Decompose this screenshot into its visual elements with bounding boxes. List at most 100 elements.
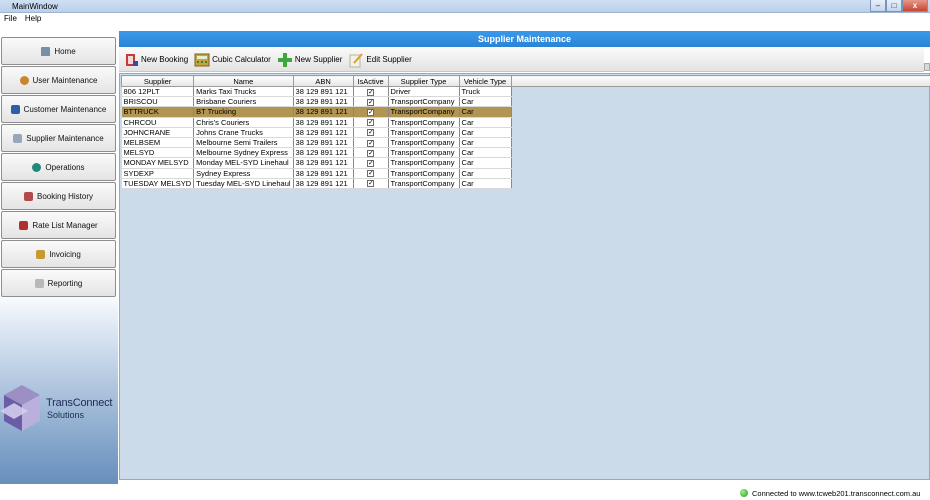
window-controls: – □ x (870, 0, 928, 13)
supplier-icon (13, 133, 23, 143)
sidebar-item-invoicing[interactable]: Invoicing (1, 240, 116, 268)
invoice-icon (36, 249, 46, 259)
sidebar-item-label: Rate List Manager (32, 220, 98, 230)
isactive-checkbox[interactable]: ✓ (367, 170, 375, 178)
page-title: Supplier Maintenance (119, 31, 930, 47)
sidebar-item-label: Supplier Maintenance (26, 133, 104, 143)
isactive-checkbox[interactable]: ✓ (367, 180, 375, 188)
table-row[interactable]: MELSYD Melbourne Sydney Express 38 129 891… (121, 147, 930, 159)
row-filler (511, 148, 930, 158)
isactive-checkbox[interactable]: ✓ (367, 88, 375, 96)
customer-icon (10, 104, 20, 114)
cell-name: Marks Taxi Trucks (193, 86, 294, 98)
row-filler (511, 117, 930, 127)
table-row[interactable]: BTTRUCK BT Trucking 38 129 891 121 ✓ Transpo… (121, 106, 930, 118)
cell-supplier-type: TransportCompany (388, 147, 460, 159)
sidebar-item-supplier-maintenance[interactable]: Supplier Maintenance (1, 124, 116, 152)
menu-help[interactable]: Help (21, 13, 45, 25)
table-row[interactable]: JOHNCRANE Johns Crane Trucks 38 129 891 12… (121, 127, 930, 138)
sidebar: Home User Maintenance Customer Maintenan… (0, 36, 118, 500)
cell-isactive: ✓ (353, 137, 389, 149)
isactive-checkbox[interactable]: ✓ (367, 108, 375, 116)
sidebar-item-operations[interactable]: Operations (1, 153, 116, 181)
table-row[interactable]: MELBSEM Melbourne Semi Trailers 38 129 891… (121, 137, 930, 149)
isactive-checkbox[interactable]: ✓ (367, 98, 375, 106)
sidebar-item-label: Booking History (36, 191, 94, 201)
column-header-supplier[interactable]: Supplier (120, 75, 195, 87)
isactive-checkbox[interactable]: ✓ (367, 159, 375, 167)
sidebar-item-label: User Maintenance (32, 75, 98, 85)
maximize-button[interactable]: □ (886, 0, 902, 12)
edit-supplier-button[interactable]: Edit Supplier (348, 52, 412, 68)
isactive-checkbox[interactable]: ✓ (367, 139, 375, 147)
sidebar-item-label: Home (54, 46, 76, 56)
row-filler (511, 137, 930, 147)
new-supplier-button[interactable]: New Supplier (277, 52, 343, 68)
table-row[interactable]: 806 12PLT Marks Taxi Trucks 38 129 891 121… (121, 86, 930, 98)
cell-name: Chris's Couriers (193, 117, 294, 128)
globe-icon (32, 162, 42, 172)
isactive-checkbox[interactable]: ✓ (367, 119, 375, 127)
toolbar: New Booking Cubic Calculator New Supplie… (119, 48, 924, 72)
menu-bar: File Help (0, 13, 930, 25)
isactive-checkbox[interactable]: ✓ (367, 129, 375, 137)
cell-supplier-type: TransportCompany (388, 157, 460, 169)
cell-abn: 38 129 891 121 (293, 117, 354, 128)
sidebar-item-home[interactable]: Home (1, 37, 116, 65)
cell-name: Tuesday MEL-SYD Linehaul (193, 178, 294, 189)
cell-vehicle-type: Car (459, 178, 512, 189)
column-header-filler (510, 75, 930, 87)
sidebar-item-customer-maintenance[interactable]: Customer Maintenance (1, 95, 116, 123)
company-logo: TransConnect Solutions (0, 379, 118, 439)
cell-abn: 38 129 891 121 (293, 168, 354, 179)
cell-supplier: BRISCOU (121, 96, 195, 108)
cell-supplier-type: TransportCompany (388, 168, 460, 179)
history-icon (23, 191, 33, 201)
column-header-vehicle-type[interactable]: Vehicle Type (458, 75, 512, 87)
toolbar-overflow-button[interactable] (924, 63, 930, 71)
cell-supplier: MONDAY MELSYD (121, 157, 195, 169)
supplier-table: Supplier Name ABN IsActive Supplier Type… (120, 75, 930, 189)
cell-supplier: MELSYD (121, 147, 195, 159)
logo-cube-icon (0, 385, 40, 431)
table-row[interactable]: TUESDAY MELSYD Tuesday MEL-SYD Linehaul 38… (121, 178, 930, 189)
cell-supplier-type: TransportCompany (388, 117, 460, 128)
table-row[interactable]: SYDEXP Sydney Express 38 129 891 121 ✓ Trans… (121, 168, 930, 179)
menu-file[interactable]: File (0, 13, 21, 25)
column-header-isactive[interactable]: IsActive (352, 75, 389, 87)
sidebar-item-booking-history[interactable]: Booking History (1, 182, 116, 210)
toolbar-label: New Booking (141, 55, 189, 64)
cell-vehicle-type: Car (459, 127, 512, 138)
column-header-supplier-type[interactable]: Supplier Type (387, 75, 460, 87)
column-header-name[interactable]: Name (193, 75, 294, 87)
close-button[interactable]: x (902, 0, 928, 12)
column-header-abn[interactable]: ABN (292, 75, 354, 87)
sidebar-item-rate-list-manager[interactable]: Rate List Manager (1, 211, 116, 239)
cell-isactive: ✓ (353, 127, 389, 138)
minimize-button[interactable]: – (870, 0, 886, 12)
sidebar-item-user-maintenance[interactable]: User Maintenance (1, 66, 116, 94)
table-row[interactable]: CHRCOU Chris's Couriers 38 129 891 121 ✓ Tra… (121, 117, 930, 128)
cell-supplier-type: Driver (388, 86, 460, 98)
sidebar-item-label: Operations (45, 162, 85, 172)
sidebar-item-reporting[interactable]: Reporting (1, 269, 116, 297)
row-filler (511, 127, 930, 137)
cell-supplier: MELBSEM (121, 137, 195, 149)
users-icon (19, 75, 29, 85)
title-bar: MainWindow – □ x (0, 0, 930, 13)
cell-abn: 38 129 891 121 (293, 178, 354, 189)
table-row[interactable]: BRISCOU Brisbane Couriers 38 129 891 121 ✓ T… (121, 96, 930, 108)
add-icon (277, 52, 293, 68)
new-booking-button[interactable]: New Booking (123, 52, 188, 68)
new-booking-icon (123, 52, 139, 68)
cell-name: Johns Crane Trucks (193, 127, 294, 138)
cell-supplier: SYDEXP (121, 168, 195, 179)
row-filler (511, 158, 930, 168)
cubic-calculator-button[interactable]: Cubic Calculator (194, 52, 271, 68)
logo-subtext: Solutions (47, 410, 85, 420)
isactive-checkbox[interactable]: ✓ (367, 149, 375, 157)
status-bar: Connected to www.tcweb201.transconnect.c… (0, 484, 930, 500)
sidebar-item-label: Reporting (47, 278, 83, 288)
table-row[interactable]: MONDAY MELSYD Monday MEL-SYD Linehaul 38 1… (121, 157, 930, 169)
toolbar-label: New Supplier (294, 55, 343, 64)
